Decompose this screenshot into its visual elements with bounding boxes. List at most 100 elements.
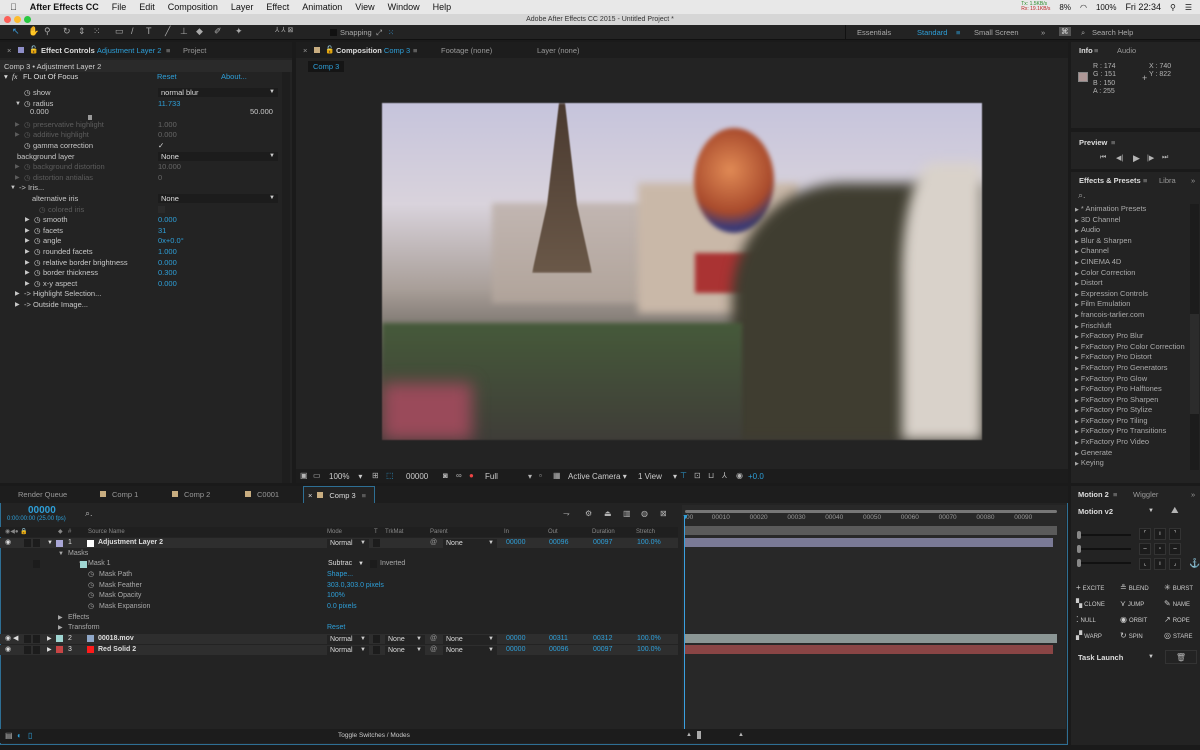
motion-null-button[interactable]: ⁚ NULL <box>1076 615 1096 624</box>
effects-category[interactable]: ▶ FxFactory Pro Transitions <box>1071 426 1189 437</box>
monitor-icon[interactable]: ▭ <box>313 471 321 480</box>
menu-effect[interactable]: Effect <box>266 2 289 12</box>
expand-arrow-icon[interactable]: ▶ <box>1075 271 1079 277</box>
disclosure-arrow-icon[interactable]: ▶ <box>25 226 30 236</box>
menu-view[interactable]: View <box>355 2 374 12</box>
effects-category[interactable]: ▶ FxFactory Pro Halftones <box>1071 384 1189 395</box>
stopwatch-icon[interactable]: ◷ <box>24 173 31 183</box>
effects-category[interactable]: ▶ Generate <box>1071 448 1189 459</box>
effects-category[interactable]: ▶ * Animation Presets <box>1071 204 1189 215</box>
workspace-menu-icon[interactable]: ≡ <box>956 28 960 37</box>
motion-blur-icon[interactable]: ◍ <box>641 509 648 518</box>
motion-stare-button[interactable]: ◎ STARE <box>1164 631 1193 640</box>
rotate-tool-icon[interactable]: ↻ <box>63 26 71 37</box>
exposure-value[interactable]: +0.0 <box>748 472 764 481</box>
current-time[interactable]: 00000 <box>406 472 428 481</box>
expand-arrow-icon[interactable]: ▶ <box>47 645 52 655</box>
playhead[interactable] <box>684 515 685 729</box>
spotlight-icon[interactable]: ⚲ <box>1170 3 1176 12</box>
scrollbar[interactable] <box>282 72 290 483</box>
anchor-point-button[interactable]: ⌝ <box>1169 528 1181 540</box>
expand-arrow-icon[interactable]: ▶ <box>1075 398 1079 404</box>
layer-duration[interactable]: 00312 <box>593 634 612 644</box>
snap-feature-icon[interactable]: ⁙ <box>388 28 394 37</box>
tab-wiggler[interactable]: Wiggler <box>1133 490 1158 499</box>
reset-link[interactable]: Reset <box>157 72 177 82</box>
expand-arrow-icon[interactable]: ▶ <box>1075 377 1079 383</box>
expand-arrow-icon[interactable]: ▶ <box>1075 461 1079 467</box>
property-value[interactable]: 0.300 <box>158 268 177 278</box>
solo-switch[interactable] <box>24 645 31 654</box>
mask-visibility-icon[interactable]: ⬚ <box>386 471 394 480</box>
panel-menu-icon[interactable]: ≡ <box>1111 138 1115 147</box>
frame-blending-icon[interactable]: ▥ <box>623 509 631 518</box>
preserve-transparency-checkbox[interactable] <box>373 645 380 654</box>
mask-switch[interactable] <box>33 560 40 569</box>
layer-duration-bar[interactable] <box>685 538 1053 547</box>
effects-category[interactable]: ▶ Frischluft <box>1071 321 1189 332</box>
layer-out[interactable]: 00311 <box>549 634 568 644</box>
motion-warp-button[interactable]: ▞ WARP <box>1076 631 1102 640</box>
timeline-tab[interactable]: Comp 2 <box>172 486 210 503</box>
tab-audio[interactable]: Audio <box>1117 46 1136 55</box>
task-launch-dropdown[interactable]: Task Launch <box>1075 652 1157 663</box>
layer-duration-bar[interactable] <box>685 644 1053 654</box>
search-help-input[interactable]: Search Help <box>1092 28 1133 37</box>
expand-arrow-icon[interactable]: ▶ <box>1075 260 1079 266</box>
stopwatch-icon[interactable]: ◷ <box>34 258 41 268</box>
workspace-small-screen[interactable]: Small Screen <box>974 28 1019 37</box>
motion-blend-button[interactable]: ≗ BLEND <box>1120 583 1149 592</box>
trash-button[interactable]: 🗑 <box>1165 650 1197 664</box>
zoom-tool-icon[interactable]: ⚲ <box>44 26 51 37</box>
mask-property-value[interactable]: 303.0,303.0 pixels <box>327 581 384 591</box>
search-help-icon[interactable]: ⌕ <box>1081 28 1085 38</box>
effects-category[interactable]: ▶ 3D Channel <box>1071 215 1189 226</box>
disclosure-arrow-icon[interactable]: ▶ <box>25 258 30 268</box>
layer-duration-bar[interactable] <box>685 633 1057 643</box>
lock-switch[interactable] <box>33 645 40 654</box>
disclosure-arrow-icon[interactable]: ▼ <box>15 99 21 109</box>
tab-motion[interactable]: Motion 2 <box>1078 490 1109 499</box>
slider-handle[interactable] <box>1077 545 1081 553</box>
preserve-transparency-checkbox[interactable] <box>373 634 380 643</box>
expand-arrow-icon[interactable]: ▶ <box>1075 281 1079 287</box>
motion-excite-button[interactable]: + EXCITE <box>1076 583 1104 592</box>
close-tab-icon[interactable]: × <box>303 46 307 55</box>
property-value[interactable]: 0.000 <box>158 215 177 225</box>
stopwatch-icon[interactable]: ◷ <box>24 162 31 172</box>
lock-switch[interactable] <box>33 634 40 643</box>
disclosure-arrow-icon[interactable]: ▶ <box>25 247 30 257</box>
play-button[interactable]: ▶ <box>1133 153 1140 164</box>
first-frame-button[interactable]: ⏮ <box>1100 154 1106 162</box>
comp-navigator-tab[interactable]: Comp 3 <box>308 61 345 72</box>
motion-slider[interactable] <box>1079 534 1131 536</box>
visibility-eye-icon[interactable]: ◉ <box>5 538 11 548</box>
panel-menu-icon[interactable]: ≡ <box>1143 176 1147 185</box>
anchor-point-button[interactable]: ⌞ <box>1139 558 1151 570</box>
expand-arrow-icon[interactable]: ▶ <box>1075 345 1079 351</box>
pen-tool-icon[interactable]: / <box>131 26 134 36</box>
view-layout-dropdown[interactable]: 1 View ▾ <box>638 472 677 481</box>
stopwatch-icon[interactable]: ◷ <box>88 602 94 612</box>
tab-info[interactable]: Info <box>1079 46 1093 55</box>
anchor-point-button[interactable]: ⌜ <box>1139 528 1151 540</box>
property-value[interactable]: 0.000 <box>158 258 177 268</box>
expand-arrow-icon[interactable]: ▶ <box>1075 408 1079 414</box>
disclosure-arrow-icon[interactable]: ▶ <box>25 236 30 246</box>
layer-duration[interactable]: 00097 <box>593 538 612 548</box>
layer-switches-icon[interactable]: ▤ <box>5 731 13 740</box>
anchor-point-button[interactable]: ▫ <box>1154 543 1166 555</box>
layer-in[interactable]: 00000 <box>506 634 525 644</box>
col-source-name[interactable]: Source Name <box>88 527 125 537</box>
anchor-point-button[interactable]: – <box>1169 543 1181 555</box>
selection-tool-icon[interactable]: ↖ <box>12 26 20 37</box>
disclosure-arrow-icon[interactable]: ▼ <box>10 183 16 193</box>
close-tab-icon[interactable]: × <box>7 46 11 55</box>
draft-3d-icon[interactable]: ⚙ <box>585 509 592 518</box>
expand-arrow-icon[interactable]: ▶ <box>1075 313 1079 319</box>
panel-menu-icon[interactable]: ≡ <box>362 491 366 500</box>
stopwatch-icon[interactable]: ◷ <box>34 279 41 289</box>
motion-jump-button[interactable]: ⋎ JUMP <box>1120 599 1144 608</box>
last-frame-button[interactable]: ⏭ <box>1162 154 1168 162</box>
camera-tool-icon[interactable]: ⇕ <box>78 26 86 37</box>
